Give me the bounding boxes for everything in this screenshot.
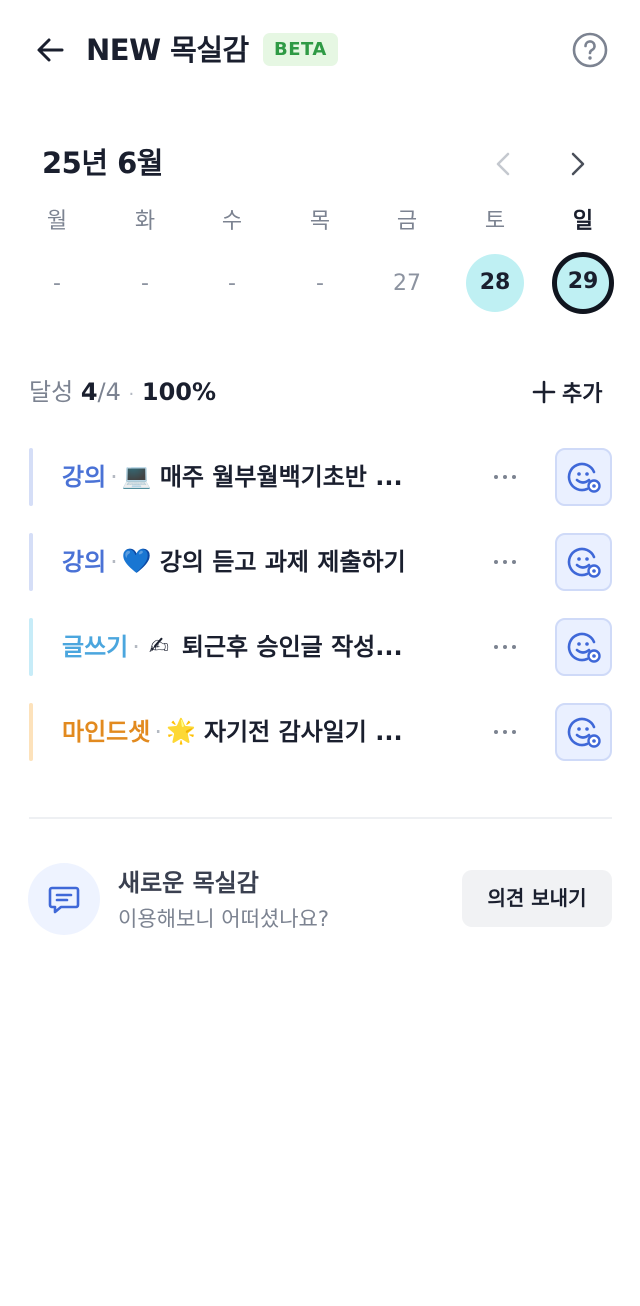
task-text: 매주 월부월백기초반 ... xyxy=(159,463,403,491)
writing-hand-icon: ✍ xyxy=(148,632,169,660)
task-row[interactable]: 글쓰기 · ✍ 퇴근후 승인글 작성... xyxy=(29,618,613,676)
achievement-percent: 100% xyxy=(141,378,217,406)
date-cell: - xyxy=(228,271,236,296)
separator: · xyxy=(110,463,118,491)
achievement-done: 4 xyxy=(80,378,98,406)
help-button[interactable] xyxy=(572,32,608,68)
smile-add-icon xyxy=(567,547,601,578)
weekday-tue: 화 xyxy=(134,209,156,234)
task-label: 글쓰기 · ✍ 퇴근후 승인글 작성... xyxy=(62,618,403,676)
feedback-subtitle: 이용해보니 어떠셨나요? xyxy=(118,907,330,931)
reaction-button[interactable] xyxy=(555,533,612,591)
task-row[interactable]: 마인드셋 · 🌟 자기전 감사일기 ... xyxy=(29,703,613,761)
date-number: 29 xyxy=(552,252,614,314)
header: NEW 목실감 BETA xyxy=(0,0,640,100)
divider xyxy=(29,817,612,819)
reaction-button[interactable] xyxy=(555,618,612,676)
weekday-mon: 월 xyxy=(46,209,68,234)
category-bar xyxy=(29,533,33,591)
smile-add-icon xyxy=(567,632,601,663)
date-number: 27 xyxy=(393,271,421,296)
date-row: - - - - 27 28 29 xyxy=(13,252,627,316)
task-text: 자기전 감사일기 ... xyxy=(203,718,403,746)
plus-icon xyxy=(532,380,556,404)
reaction-button[interactable] xyxy=(555,448,612,506)
back-button[interactable] xyxy=(30,30,70,70)
question-circle-icon xyxy=(572,32,608,68)
task-category: 강의 xyxy=(62,548,107,576)
separator: · xyxy=(132,633,140,661)
date-number: 28 xyxy=(466,254,524,312)
month-label: 25년 6월 xyxy=(42,146,164,180)
more-options-button[interactable] xyxy=(485,717,525,747)
glowing-star-icon: 🌟 xyxy=(166,717,196,745)
date-cell: - xyxy=(141,271,149,296)
date-cell-29-selected[interactable]: 29 xyxy=(539,252,627,314)
reaction-button[interactable] xyxy=(555,703,612,761)
achievement-total: /4 xyxy=(97,378,121,406)
blue-heart-icon: 💙 xyxy=(121,547,152,575)
page: NEW 목실감 BETA 25년 6월 월 화 수 목 금 토 일 - - - xyxy=(0,0,640,1306)
task-category: 강의 xyxy=(62,463,107,491)
task-row[interactable]: 강의 · 💙 강의 듣고 과제 제출하기 xyxy=(29,533,613,591)
weekday-sun: 일 xyxy=(572,209,594,234)
separator: · xyxy=(154,718,162,746)
task-category: 마인드셋 xyxy=(62,718,151,746)
task-text: 강의 듣고 과제 제출하기 xyxy=(159,548,406,576)
chevron-right-icon xyxy=(571,152,585,176)
beta-badge: BETA xyxy=(263,33,338,66)
page-title: NEW 목실감 xyxy=(86,33,249,67)
weekday-fri: 금 xyxy=(396,209,418,234)
separator: · xyxy=(128,384,135,405)
date-cell-27[interactable]: 27 xyxy=(363,254,451,314)
category-bar xyxy=(29,618,33,676)
task-text: 퇴근후 승인글 작성... xyxy=(181,633,403,661)
achievement-summary: 달성 4/4 · 100% xyxy=(29,372,216,415)
chat-bubble-icon xyxy=(48,886,80,914)
add-task-label: 추가 xyxy=(562,382,603,407)
category-bar xyxy=(29,448,33,506)
task-row[interactable]: 강의 · 💻 매주 월부월백기초반 ... xyxy=(29,448,613,506)
task-label: 강의 · 💻 매주 월부월백기초반 ... xyxy=(62,448,403,506)
weekday-sat: 토 xyxy=(484,209,506,234)
date-cell: - xyxy=(53,271,61,296)
smile-add-icon xyxy=(567,462,601,493)
task-category: 글쓰기 xyxy=(62,633,129,661)
feedback-title: 새로운 목실감 xyxy=(118,869,259,897)
more-options-button[interactable] xyxy=(485,547,525,577)
add-task-button[interactable]: 추가 xyxy=(532,372,602,412)
chevron-left-icon xyxy=(496,152,510,176)
send-feedback-button[interactable]: 의견 보내기 xyxy=(462,870,612,927)
weekday-row: 월 화 수 목 금 토 일 xyxy=(13,204,627,240)
feedback-icon-wrap xyxy=(28,863,100,935)
task-label: 마인드셋 · 🌟 자기전 감사일기 ... xyxy=(62,703,403,761)
achievement-label: 달성 xyxy=(29,378,74,406)
task-label: 강의 · 💙 강의 듣고 과제 제출하기 xyxy=(62,533,406,591)
category-bar xyxy=(29,703,33,761)
more-options-button[interactable] xyxy=(485,632,525,662)
arrow-left-icon xyxy=(37,38,64,62)
next-month-button[interactable] xyxy=(561,148,593,180)
separator: · xyxy=(110,548,118,576)
more-options-button[interactable] xyxy=(485,462,525,492)
date-cell: - xyxy=(316,271,324,296)
prev-month-button[interactable] xyxy=(488,148,520,180)
laptop-icon: 💻 xyxy=(121,462,152,490)
weekday-wed: 수 xyxy=(221,209,243,234)
weekday-thu: 목 xyxy=(309,209,331,234)
date-cell-28[interactable]: 28 xyxy=(451,254,539,314)
smile-add-icon xyxy=(567,717,601,748)
